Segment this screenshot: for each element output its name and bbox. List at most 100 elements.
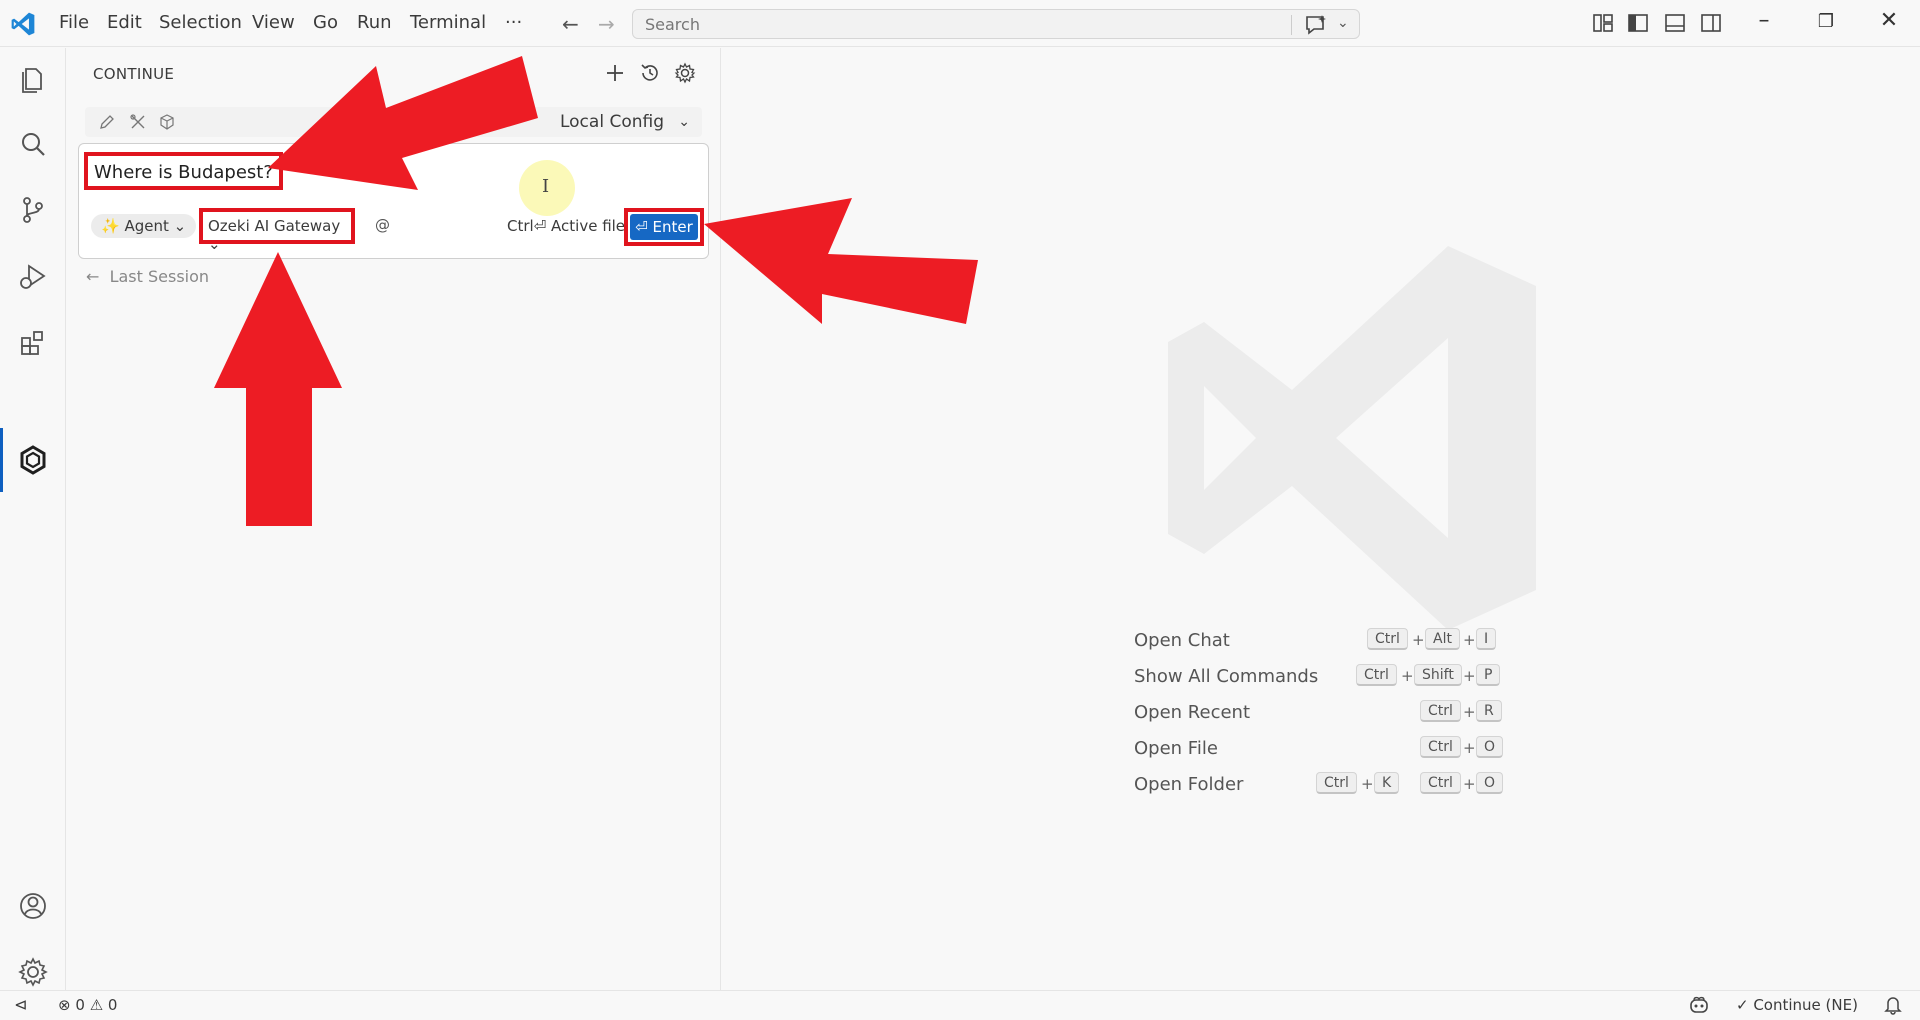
error-count: 0	[75, 996, 85, 1014]
problems-indicator[interactable]: ⊗ 0 ⚠ 0	[58, 996, 117, 1014]
key-plus: +	[1361, 775, 1374, 793]
key-cap: Ctrl	[1420, 736, 1461, 758]
copilot-icon[interactable]	[1688, 995, 1710, 1015]
warning-icon: ⚠	[89, 996, 104, 1014]
chat-sparkle-icon[interactable]	[1303, 14, 1329, 36]
vscode-logo-icon	[11, 12, 35, 36]
key-plus: +	[1463, 739, 1476, 757]
key-cap: Ctrl	[1316, 772, 1357, 794]
key-plus: +	[1463, 703, 1476, 721]
key-plus: +	[1412, 631, 1425, 649]
chat-prompt-input[interactable]: Where is Budapest?	[84, 152, 283, 190]
config-selector[interactable]: Local Config	[560, 112, 664, 132]
agent-mode-select[interactable]: ✨ Agent ⌄	[91, 214, 197, 238]
menu-go[interactable]: Go	[313, 12, 338, 33]
shortcut-open-file-label[interactable]: Open File	[1134, 738, 1218, 759]
editor-area: Open Chat Ctrl + Alt + I Show All Comman…	[722, 48, 1920, 990]
enter-button-highlight: ⏎ Enter	[624, 208, 704, 246]
explorer-icon[interactable]	[17, 63, 49, 95]
key-cap: O	[1476, 772, 1504, 794]
sparkle-icon: ✨	[101, 217, 125, 235]
error-icon: ⊗	[58, 996, 71, 1014]
model-select[interactable]: Ozeki AI Gateway ⌄	[199, 208, 355, 253]
last-session-label: Last Session	[109, 267, 210, 286]
chevron-down-icon: ⌄	[208, 235, 221, 253]
activity-bar	[0, 48, 66, 990]
key-cap: P	[1476, 664, 1501, 686]
last-session-link[interactable]: ← Last Session	[86, 267, 209, 286]
menu-terminal[interactable]: Terminal	[410, 12, 486, 33]
title-bar: File Edit Selection View Go Run Terminal…	[0, 0, 1920, 47]
mention-at-button[interactable]: @	[375, 216, 390, 234]
warning-count: 0	[107, 996, 118, 1014]
key-plus: +	[1401, 667, 1414, 685]
notifications-bell-icon[interactable]	[1884, 995, 1902, 1015]
model-label: Ozeki AI Gateway	[208, 217, 341, 235]
chevron-down-icon[interactable]: ⌄	[1337, 15, 1349, 31]
accounts-icon[interactable]	[17, 890, 49, 922]
command-search-input[interactable]: Search ⌄	[632, 9, 1360, 39]
key-cap: Ctrl	[1420, 772, 1461, 794]
key-plus: +	[1463, 631, 1476, 649]
toggle-secondary-sidebar-icon[interactable]	[1700, 13, 1722, 33]
key-plus: +	[1463, 667, 1476, 685]
shortcut-open-folder-label[interactable]: Open Folder	[1134, 774, 1243, 795]
manage-gear-icon[interactable]	[17, 956, 49, 988]
text-cursor-icon: I	[542, 176, 550, 197]
new-session-plus-icon[interactable]	[604, 62, 626, 84]
chat-input-box[interactable]: Where is Budapest? I ✨ Agent ⌄ Ozeki AI …	[78, 143, 709, 259]
extensions-icon[interactable]	[17, 327, 49, 359]
menu-selection[interactable]: Selection	[159, 12, 242, 33]
menu-file[interactable]: File	[59, 12, 89, 33]
shortcut-show-all-commands-label[interactable]: Show All Commands	[1134, 666, 1318, 687]
history-icon[interactable]	[639, 62, 661, 84]
back-arrow-icon[interactable]: ←	[562, 12, 579, 36]
status-bar: ⊲ ⊗ 0 ⚠ 0 ✓ Continue (NE)	[0, 990, 1920, 1020]
key-cap: Ctrl	[1420, 700, 1461, 722]
key-cap: I	[1476, 628, 1497, 650]
toggle-panel-icon[interactable]	[1664, 13, 1686, 33]
search-icon[interactable]	[17, 129, 49, 161]
agent-mode-label: Agent	[124, 217, 169, 235]
menu-run[interactable]: Run	[357, 12, 392, 33]
customize-layout-icon[interactable]	[1592, 13, 1614, 33]
continue-extension-icon[interactable]	[17, 444, 49, 476]
back-arrow-icon: ←	[86, 267, 110, 286]
run-debug-icon[interactable]	[17, 261, 49, 293]
key-plus: +	[1463, 775, 1476, 793]
menu-edit[interactable]: Edit	[107, 12, 142, 33]
menu-view[interactable]: View	[252, 12, 295, 33]
minimize-icon[interactable]: –	[1749, 8, 1779, 33]
chevron-down-icon: ⌄	[168, 217, 187, 235]
key-cap: K	[1374, 772, 1400, 794]
settings-gear-icon[interactable]	[674, 62, 696, 84]
search-placeholder: Search	[645, 15, 700, 34]
active-indicator	[0, 428, 3, 492]
cube-icon[interactable]	[159, 114, 175, 130]
source-control-icon[interactable]	[17, 194, 49, 226]
search-divider	[1291, 15, 1292, 35]
vscode-watermark-logo	[1168, 246, 1536, 630]
shortcut-open-chat-label[interactable]: Open Chat	[1134, 630, 1230, 651]
enter-submit-button[interactable]: ⏎ Enter	[630, 214, 698, 240]
key-cap: Ctrl	[1356, 664, 1397, 686]
toggle-primary-sidebar-icon[interactable]	[1627, 13, 1649, 33]
continue-status[interactable]: ✓ Continue (NE)	[1736, 996, 1858, 1014]
key-cap: Shift	[1414, 664, 1462, 686]
shortcut-open-recent-label[interactable]: Open Recent	[1134, 702, 1250, 723]
pencil-icon[interactable]	[99, 114, 115, 130]
continue-side-panel: CONTINUE Local Config ⌄ Where is Budapes…	[66, 48, 721, 990]
chevron-down-icon[interactable]: ⌄	[678, 114, 690, 130]
menu-more[interactable]: ···	[505, 12, 522, 33]
config-toolbar: Local Config ⌄	[85, 107, 702, 137]
forward-arrow-icon[interactable]: →	[598, 12, 615, 36]
key-cap: Ctrl	[1367, 628, 1408, 650]
key-cap: Alt	[1425, 628, 1460, 650]
close-icon[interactable]: ✕	[1874, 8, 1904, 33]
key-cap: R	[1476, 700, 1502, 722]
restore-icon[interactable]: ❐	[1811, 11, 1841, 32]
remote-indicator-icon[interactable]: ⊲	[14, 995, 27, 1014]
tools-icon[interactable]	[130, 114, 146, 130]
panel-title: CONTINUE	[93, 65, 175, 83]
active-file-hint: Ctrl⏎ Active file	[507, 217, 626, 235]
